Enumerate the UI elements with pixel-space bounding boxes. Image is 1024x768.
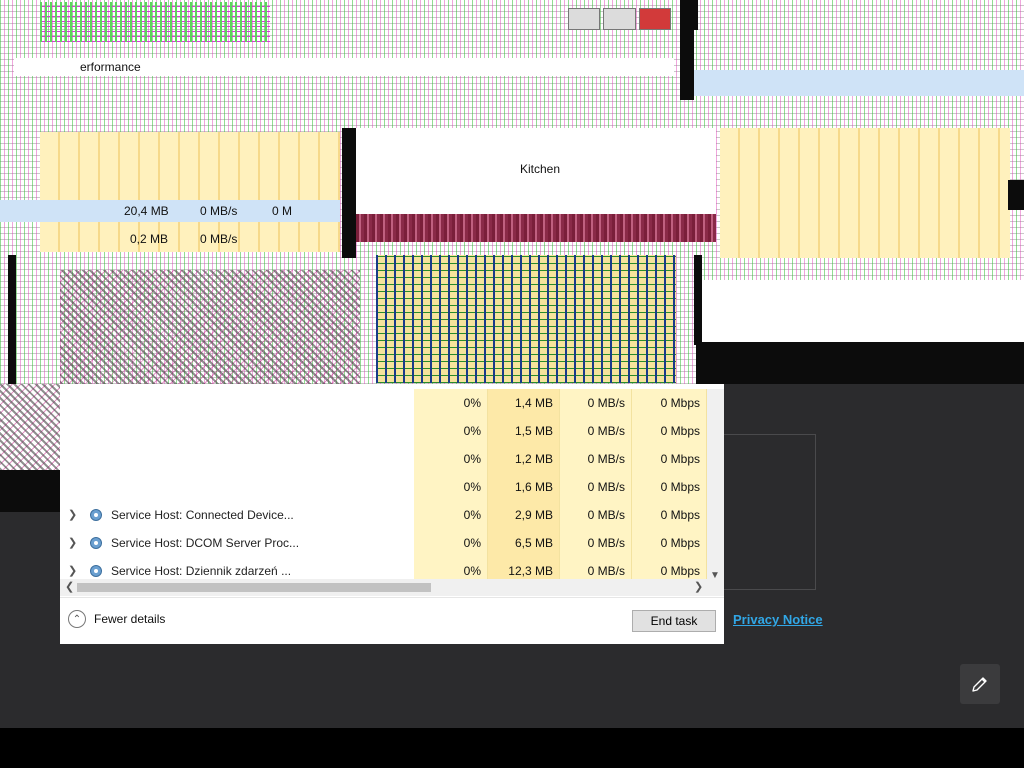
glitch-memory-value: 20,4 MB [124,204,169,218]
process-list: 0% 1,4 MB 0 MB/s 0 Mbps 0% 1,5 MB 0 MB/s… [60,389,724,583]
glitch-block [342,128,356,258]
disk-cell: 0 MB/s [560,417,632,445]
vertical-scrollbar[interactable]: ▼ [707,389,724,583]
disk-cell: 0 MB/s [560,445,632,473]
cpu-cell: 0% [414,389,488,417]
glitch-disk-value-2: 0 MB/s [200,232,238,246]
glitch-memory-value-2: 0,2 MB [130,232,169,246]
glitch-heatmap [720,128,1010,258]
privacy-notice-link[interactable]: Privacy Notice [733,612,823,627]
scroll-left-icon[interactable]: ❮ [65,580,74,593]
network-cell: 0 Mbps [632,445,707,473]
gear-icon [90,509,102,521]
close-button[interactable] [638,8,671,30]
window-controls [568,8,674,30]
fewer-details-button[interactable]: ⌃ Fewer details [68,610,165,628]
network-cell: 0 Mbps [632,389,707,417]
chevron-up-circle-icon: ⌃ [68,610,86,628]
memory-cell: 1,5 MB [488,417,560,445]
table-row[interactable]: ❯ Service Host: DCOM Server Proc... 0% 6… [60,529,707,557]
table-row[interactable]: 0% 1,4 MB 0 MB/s 0 Mbps [60,389,707,417]
cpu-cell: 0% [414,445,488,473]
glitch-block [1008,180,1024,210]
disk-cell: 0 MB/s [560,389,632,417]
glitch-network-value: 0 M [272,204,293,218]
glitch-block [356,214,716,242]
table-row[interactable]: ❯ Service Host: Connected Device... 0% 2… [60,501,707,529]
disk-cell: 0 MB/s [560,501,632,529]
chevron-right-icon[interactable]: ❯ [68,564,78,577]
glitch-block [40,2,270,42]
minimize-button[interactable] [568,8,601,30]
process-name: Service Host: Dziennik zdarzeń ... [111,564,292,578]
scroll-right-icon[interactable]: ❯ [694,580,703,593]
chevron-right-icon[interactable]: ❯ [68,508,78,521]
task-manager-window: 0% 1,4 MB 0 MB/s 0 Mbps 0% 1,5 MB 0 MB/s… [60,384,724,644]
edit-button[interactable] [960,664,1000,704]
glitch-block [694,70,1024,96]
memory-cell: 1,2 MB [488,445,560,473]
glitch-block [696,342,1024,384]
horizontal-scrollbar[interactable]: ❮ ❯ [60,579,724,596]
glitch-heatmap [376,255,676,383]
table-row[interactable]: 0% 1,5 MB 0 MB/s 0 Mbps [60,417,707,445]
glitch-block [8,255,16,385]
task-manager-footer: ⌃ Fewer details End task [60,597,724,644]
disk-cell: 0 MB/s [560,473,632,501]
table-row[interactable]: 0% 1,6 MB 0 MB/s 0 Mbps [60,473,707,501]
glitch-heatmap [40,132,340,252]
table-row[interactable]: 0% 1,2 MB 0 MB/s 0 Mbps [60,445,707,473]
cpu-cell: 0% [414,501,488,529]
glitch-block [694,255,702,345]
horizontal-scroll-thumb[interactable] [77,583,431,592]
glitch-block [702,280,1024,342]
glitch-heading: Kitchen [520,162,561,176]
tab-performance[interactable]: erformance [80,60,141,74]
cpu-cell: 0% [414,417,488,445]
network-cell: 0 Mbps [632,473,707,501]
fewer-details-label: Fewer details [94,612,166,626]
network-cell: 0 Mbps [632,529,707,557]
gear-icon [90,565,102,577]
end-task-button[interactable]: End task [632,610,716,632]
memory-cell: 6,5 MB [488,529,560,557]
memory-cell: 1,6 MB [488,473,560,501]
cpu-cell: 0% [414,473,488,501]
glitch-block [60,270,360,390]
disk-cell: 0 MB/s [560,529,632,557]
cpu-cell: 0% [414,529,488,557]
glitch-disk-value: 0 MB/s [200,204,238,218]
maximize-button[interactable] [603,8,636,30]
process-name: Service Host: Connected Device... [111,508,294,522]
background-panel [724,434,816,590]
memory-cell: 2,9 MB [488,501,560,529]
gear-icon [90,537,102,549]
network-cell: 0 Mbps [632,501,707,529]
glitch-block [692,0,698,30]
memory-cell: 1,4 MB [488,389,560,417]
pencil-icon [972,677,987,692]
network-cell: 0 Mbps [632,417,707,445]
chevron-right-icon[interactable]: ❯ [68,536,78,549]
process-name: Service Host: DCOM Server Proc... [111,536,300,550]
